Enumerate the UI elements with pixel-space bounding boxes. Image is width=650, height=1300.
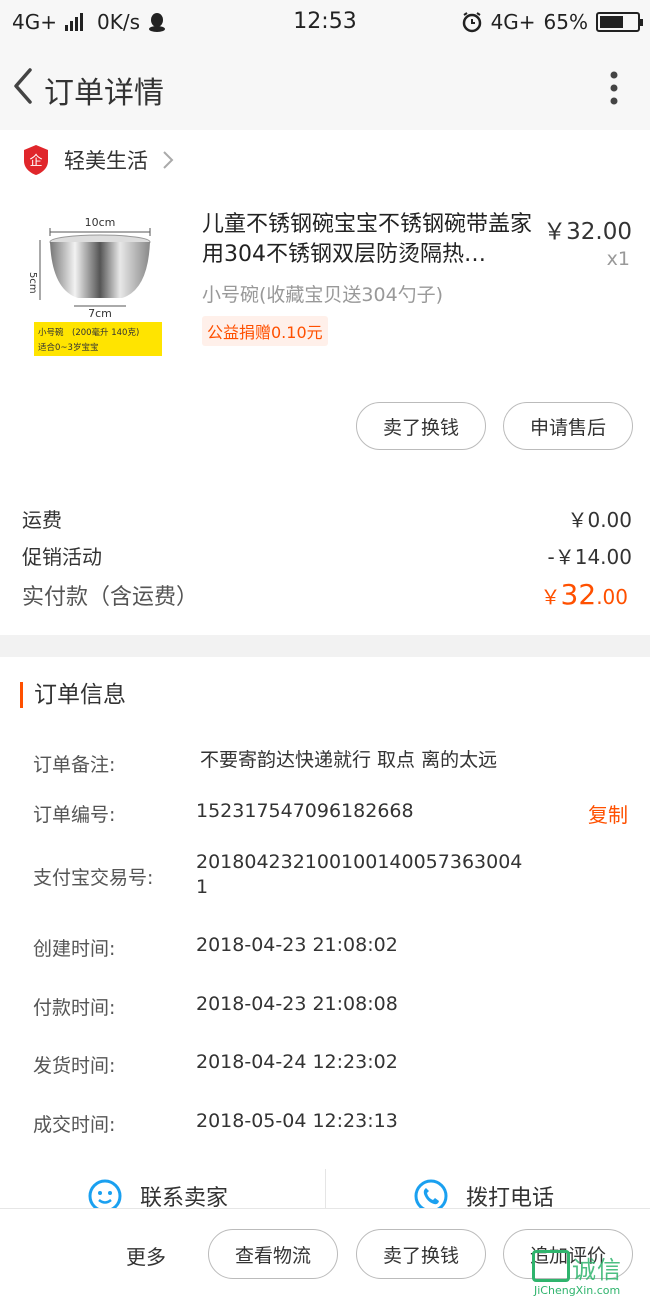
status-bar: 4G+ 0K/s 12:53 4G+ 65%: [0, 0, 650, 44]
more-button[interactable]: 更多: [126, 1241, 166, 1270]
watermark-subtext: JiChengXin.com: [534, 1284, 621, 1297]
paid-time-label: 付款时间:: [33, 997, 116, 1019]
shipping-label: 运费: [22, 508, 62, 532]
svg-text:适合0~3岁宝宝: 适合0~3岁宝宝: [38, 342, 98, 353]
paid-time-value: 2018-04-23 21:08:08: [196, 993, 398, 1015]
status-right: 4G+ 65%: [461, 10, 643, 34]
product-spec: 小号碗(收藏宝贝送304勺子): [202, 284, 444, 306]
remark-label: 订单备注:: [33, 754, 116, 776]
alipay-trade-value: 201804232100100140057363004 1: [196, 850, 522, 900]
total-currency: ￥: [540, 585, 561, 609]
contact-divider: [325, 1169, 326, 1213]
alipay-trade-label: 支付宝交易号:: [33, 867, 154, 889]
product-quantity: x1: [606, 248, 630, 270]
closed-time-label: 成交时间:: [33, 1114, 116, 1136]
svg-text:企: 企: [29, 153, 42, 169]
sell-button[interactable]: 卖了换钱: [356, 402, 486, 450]
product-title[interactable]: 儿童不锈钢碗宝宝不锈钢碗带盖家用304不锈钢双层防烫隔热…: [202, 210, 538, 270]
promo-label: 促销活动: [22, 545, 102, 569]
shipping-value: ￥0.00: [567, 508, 632, 532]
shop-header[interactable]: 企 轻美生活: [22, 144, 174, 176]
alipay-trade-line2: 1: [196, 876, 209, 898]
order-number-label: 订单编号:: [33, 804, 116, 826]
svg-text:7cm: 7cm: [88, 307, 112, 320]
page-title: 订单详情: [44, 76, 164, 111]
alipay-trade-line1: 201804232100100140057363004: [196, 851, 523, 873]
section-title: 订单信息: [20, 682, 126, 708]
product-price: ￥32.00: [543, 219, 632, 245]
total-integer: 32: [560, 578, 597, 611]
shop-logo-icon: 企: [24, 145, 48, 175]
more-vertical-icon[interactable]: [606, 66, 622, 110]
battery-fill: [600, 16, 623, 28]
svg-text:小号碗 (200毫升 140克): 小号碗 (200毫升 140克): [38, 327, 139, 338]
closed-time-value: 2018-05-04 12:23:13: [196, 1110, 398, 1132]
view-logistics-button[interactable]: 查看物流: [208, 1229, 338, 1279]
sell-button-bottom[interactable]: 卖了换钱: [356, 1229, 486, 1279]
order-number-value: 152317547096182668: [196, 800, 414, 822]
nav-bar: 订单详情: [0, 44, 650, 130]
svg-text:10cm: 10cm: [85, 216, 116, 229]
product-image[interactable]: 10cm 5cm 7cm 小号碗 (200毫升 140克) 适合0~3岁宝宝: [22, 210, 172, 370]
total-row: 实付款（含运费） ￥32.00: [22, 578, 628, 611]
created-time-label: 创建时间:: [33, 938, 116, 960]
watermark-text: 诚信: [572, 1256, 622, 1284]
battery-percent: 65%: [543, 10, 588, 34]
watermark: 诚信 JiChengXin.com: [532, 1250, 644, 1298]
shipping-row: 运费 ￥0.00: [22, 504, 632, 533]
copy-button[interactable]: 复制: [588, 799, 628, 828]
chevron-left-icon[interactable]: [8, 64, 38, 108]
order-item-card: 企 轻美生活 10cm 5cm 7cm 小号碗 (200毫升 140克) 适合0…: [0, 130, 650, 635]
network-type-right: 4G+: [490, 10, 536, 34]
total-amount: ￥32.00: [541, 578, 628, 611]
watermark-logo-icon: [532, 1250, 570, 1282]
shipped-time-label: 发货时间:: [33, 1055, 116, 1077]
order-info-card: 订单信息 订单备注: 不要寄韵达快递就行 取点 离的太远 订单编号: 15231…: [0, 657, 650, 1300]
shipped-time-value: 2018-04-24 12:23:02: [196, 1051, 398, 1073]
remark-value: 不要寄韵达快递就行 取点 离的太远: [200, 749, 498, 771]
total-label: 实付款（含运费）: [22, 585, 199, 610]
shop-name: 轻美生活: [64, 149, 148, 173]
promo-row: 促销活动 -￥14.00: [22, 541, 632, 570]
battery-icon: [596, 12, 643, 32]
charity-badge: 公益捐赠0.10元: [202, 316, 328, 346]
svg-text:5cm: 5cm: [27, 272, 38, 294]
created-time-value: 2018-04-23 21:08:02: [196, 934, 398, 956]
promo-value: -￥14.00: [547, 545, 632, 569]
alarm-icon: [462, 12, 481, 33]
total-decimal: .00: [596, 585, 628, 609]
aftersale-button[interactable]: 申请售后: [503, 402, 633, 450]
chevron-right-icon: [163, 151, 174, 169]
